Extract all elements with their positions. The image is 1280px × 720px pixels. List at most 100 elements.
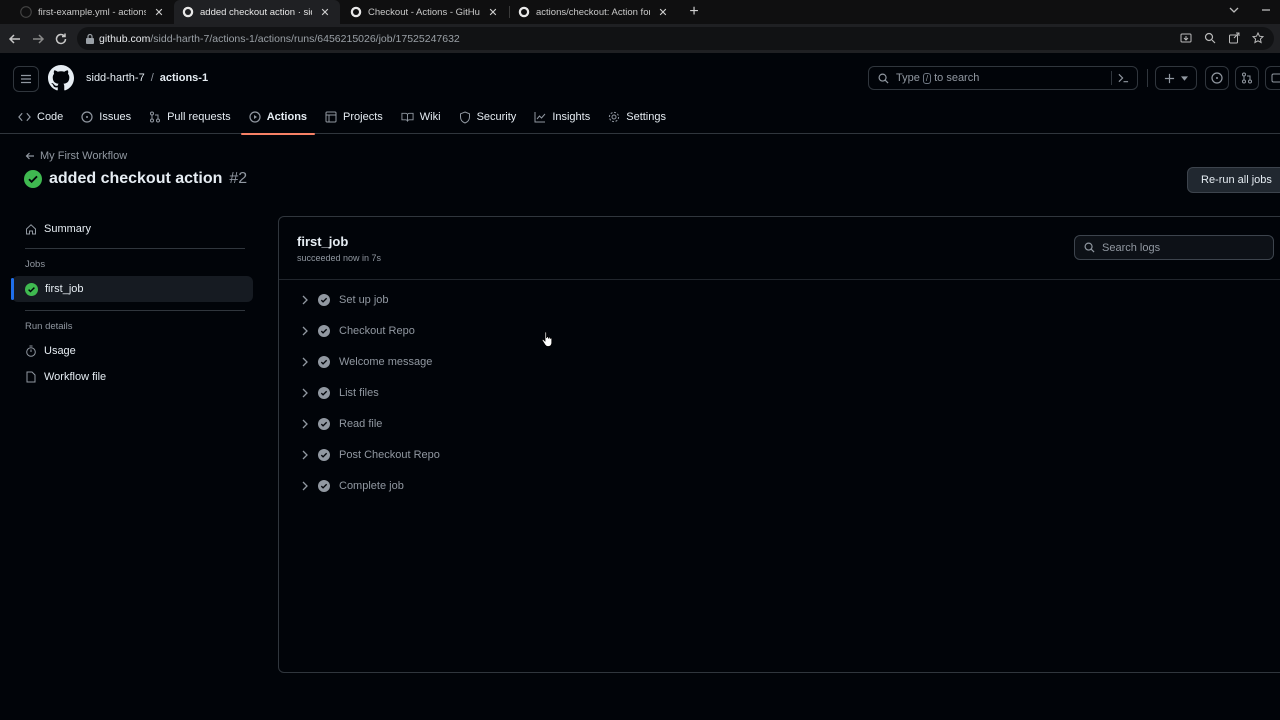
github-favicon-icon — [20, 6, 32, 18]
tab-pull-requests[interactable]: Pull requests — [141, 104, 239, 130]
browser-tab-active[interactable]: added checkout action · sidd-ha ✕ — [174, 0, 340, 24]
sidebar-item-usage[interactable]: Usage — [12, 338, 246, 364]
tab-label: Insights — [552, 111, 591, 123]
gear-icon — [609, 111, 620, 123]
triangle-down-icon — [1181, 75, 1188, 81]
address-bar[interactable]: github.com/sidd-harth-7/actions-1/action… — [77, 27, 1274, 50]
pull-request-icon — [1242, 72, 1252, 84]
sidebar-divider — [25, 310, 245, 311]
owner-link[interactable]: sidd-harth-7 — [86, 72, 145, 84]
create-new-button[interactable] — [1155, 66, 1197, 90]
close-tab-icon[interactable]: ✕ — [318, 6, 332, 19]
tab-issues[interactable]: Issues — [73, 104, 139, 130]
command-palette-icon[interactable] — [1118, 73, 1129, 83]
step-row[interactable]: Checkout Repo — [279, 315, 1280, 346]
browser-tab[interactable]: Checkout - Actions - GitHub Ma ✕ — [342, 0, 508, 24]
tab-actions[interactable]: Actions — [240, 104, 316, 135]
new-tab-icon[interactable]: + — [684, 2, 704, 22]
check-circle-fill-icon — [24, 170, 42, 188]
graph-icon — [534, 112, 546, 123]
search-logs-input[interactable]: Search logs — [1074, 235, 1274, 260]
breadcrumb-separator: / — [150, 72, 154, 84]
chevron-down-icon[interactable] — [1228, 4, 1240, 16]
reload-icon[interactable] — [50, 28, 72, 50]
run-sidebar: Summary Jobs first_job Run details Usage… — [11, 216, 253, 390]
url-host: github.com — [99, 32, 151, 45]
sidebar-item-label: Summary — [44, 223, 92, 235]
step-row[interactable]: Welcome message — [279, 346, 1280, 377]
sidebar-item-summary[interactable]: Summary — [12, 216, 246, 242]
tab-label: Pull requests — [167, 111, 231, 123]
step-row[interactable]: Set up job — [279, 284, 1280, 315]
sidebar-item-workflow-file[interactable]: Workflow file — [12, 364, 246, 390]
tab-code[interactable]: Code — [10, 104, 71, 130]
home-icon — [26, 224, 36, 235]
search-icon — [878, 73, 889, 84]
url-text: github.com/sidd-harth-7/actions-1/action… — [99, 33, 460, 45]
issues-button[interactable] — [1205, 66, 1229, 90]
step-label: Complete job — [339, 479, 404, 492]
global-search-input[interactable]: Type / to search — [868, 66, 1138, 90]
step-row[interactable]: List files — [279, 377, 1280, 408]
pull-requests-button[interactable] — [1235, 66, 1259, 90]
tab-projects[interactable]: Projects — [317, 104, 391, 130]
forward-arrow-icon[interactable] — [27, 28, 49, 50]
sidebar-item-label: Workflow file — [44, 371, 107, 383]
close-tab-icon[interactable]: ✕ — [152, 6, 166, 19]
tab-label: Actions — [266, 111, 308, 123]
run-number: #2 — [229, 170, 248, 187]
run-title-text: added checkout action — [49, 170, 223, 187]
close-tab-icon[interactable]: ✕ — [486, 6, 500, 19]
tab-security[interactable]: Security — [451, 104, 525, 130]
browser-tab[interactable]: actions/checkout: Action for che ✕ — [510, 0, 678, 24]
github-favicon-icon — [518, 6, 530, 18]
check-circle-fill-icon — [318, 293, 330, 306]
back-to-workflow-link[interactable]: My First Workflow — [25, 150, 127, 162]
close-tab-icon[interactable]: ✕ — [656, 6, 670, 19]
shield-icon — [459, 110, 470, 124]
browser-tab[interactable]: first-example.yml - actions-1 [Gi ✕ — [12, 0, 174, 24]
tab-wiki[interactable]: Wiki — [393, 104, 449, 130]
back-label: My First Workflow — [40, 150, 128, 162]
step-row[interactable]: Post Checkout Repo — [279, 439, 1280, 470]
step-label: Post Checkout Repo — [339, 448, 440, 461]
install-app-icon[interactable] — [1180, 32, 1192, 44]
sidebar-item-first-job[interactable]: first_job — [11, 276, 253, 302]
actions-play-icon — [249, 111, 261, 123]
zoom-icon[interactable] — [1204, 32, 1216, 44]
tab-label: Issues — [99, 111, 132, 123]
job-steps: Set up job Checkout Repo Welcome message… — [279, 284, 1280, 501]
run-title: added checkout action #2 — [24, 170, 247, 188]
step-label: Checkout Repo — [339, 324, 415, 337]
hamburger-menu-icon[interactable] — [13, 66, 39, 92]
chevron-right-icon — [302, 419, 308, 428]
inbox-button[interactable] — [1265, 66, 1280, 90]
github-favicon-icon — [182, 6, 194, 18]
tab-label: Code — [37, 111, 64, 123]
tab-settings[interactable]: Settings — [600, 104, 674, 130]
repo-link[interactable]: actions-1 — [160, 72, 208, 84]
hand-cursor-icon — [541, 331, 553, 347]
step-row[interactable]: Read file — [279, 408, 1280, 439]
plus-icon — [1164, 73, 1175, 83]
chevron-right-icon — [302, 450, 308, 459]
chevron-right-icon — [302, 357, 308, 366]
step-row[interactable]: Complete job — [279, 470, 1280, 501]
github-logo-icon[interactable] — [48, 65, 74, 91]
minimize-icon[interactable] — [1260, 4, 1272, 16]
site-info-icon[interactable] — [85, 33, 95, 44]
inbox-icon — [1271, 73, 1280, 83]
check-circle-fill-icon — [318, 479, 330, 492]
check-circle-fill-icon — [318, 355, 330, 368]
share-icon[interactable] — [1228, 32, 1240, 44]
back-arrow-icon[interactable] — [4, 28, 26, 50]
issue-icon — [81, 111, 93, 123]
bookmark-star-icon[interactable] — [1252, 32, 1264, 44]
rerun-all-jobs-button[interactable]: Re-run all jobs — [1187, 167, 1280, 193]
sidebar-divider — [25, 248, 245, 249]
tab-title: actions/checkout: Action for che — [536, 6, 650, 18]
run-details-heading: Run details — [25, 321, 73, 332]
search-logs-placeholder: Search logs — [1102, 241, 1161, 254]
tab-insights[interactable]: Insights — [526, 104, 598, 130]
url-path: /sidd-harth-7/actions-1/actions/runs/645… — [150, 32, 460, 45]
